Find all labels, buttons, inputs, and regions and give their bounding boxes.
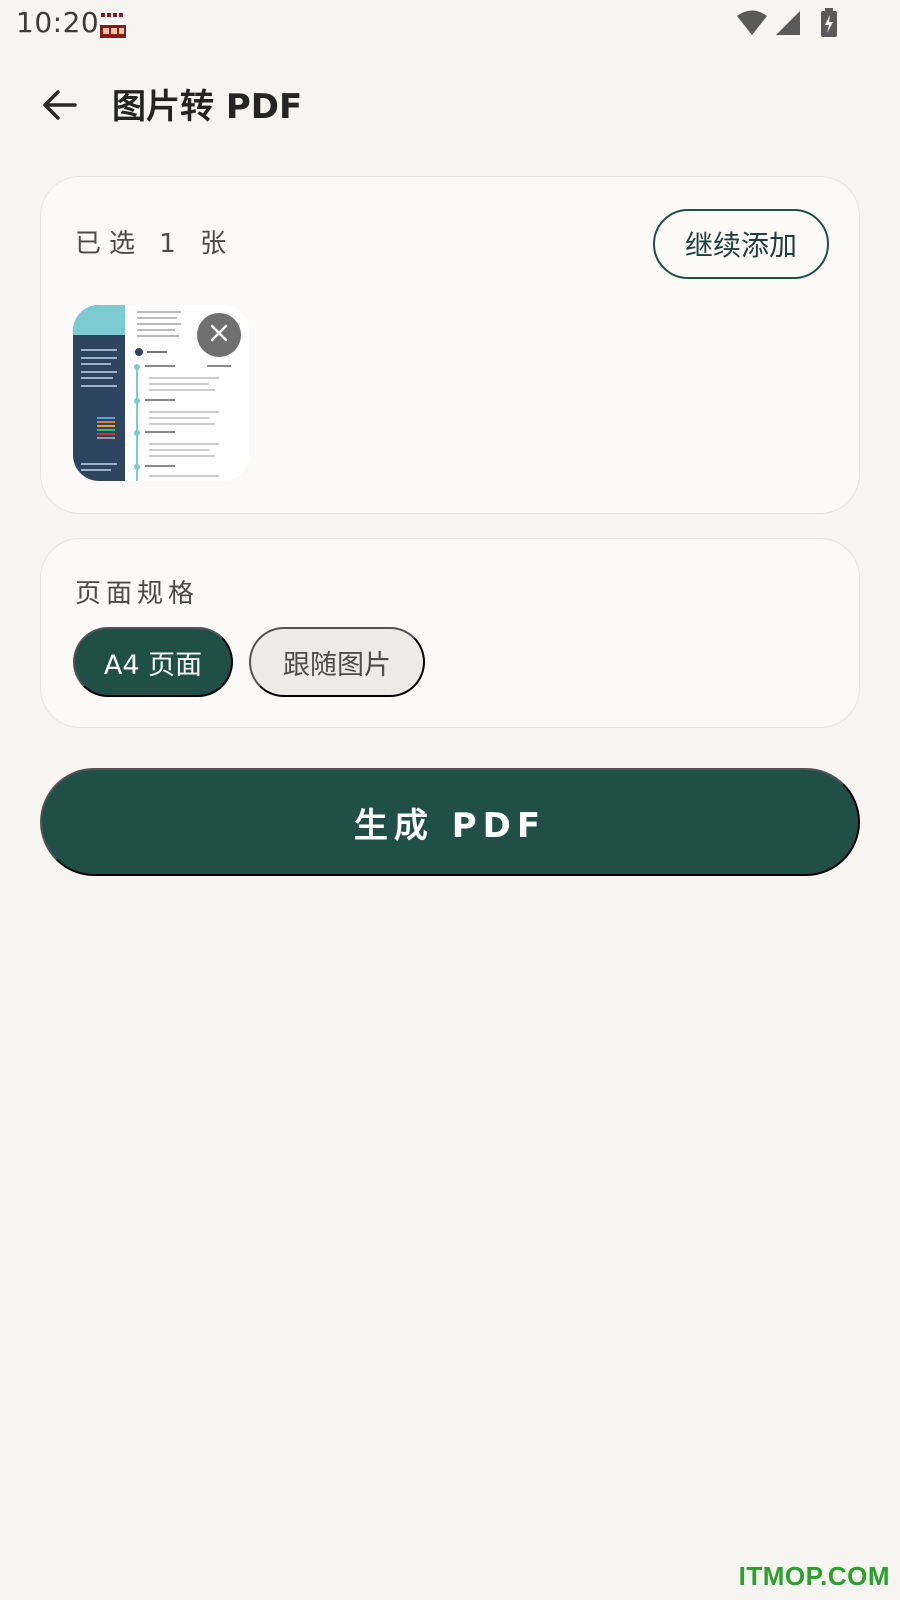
close-icon — [210, 324, 228, 346]
status-icons — [736, 8, 838, 42]
wifi-icon — [736, 10, 768, 40]
selected-images-card: 已选 1 张 继续添加 — [40, 176, 860, 514]
page-size-option-a4[interactable]: A4 页面 — [73, 627, 233, 697]
app-bar: 图片转 PDF — [0, 70, 900, 140]
page-size-option-follow-image[interactable]: 跟随图片 — [249, 627, 425, 697]
watermark: ITMOP.COM — [738, 1561, 890, 1591]
battery-charging-icon — [820, 8, 838, 42]
remove-image-button[interactable] — [197, 313, 241, 357]
page-size-card: 页面规格 A4 页面 跟随图片 — [40, 538, 860, 728]
page-size-label: 页面规格 — [75, 579, 200, 609]
selected-count: 已选 1 张 — [75, 229, 235, 259]
page-title: 图片转 PDF — [112, 87, 303, 127]
generate-pdf-button[interactable]: 生成 PDF — [40, 768, 860, 876]
status-time: 10:20 — [16, 6, 100, 39]
status-bar: 10:20 — [0, 0, 900, 50]
app-notification-icon — [98, 10, 128, 40]
back-button[interactable] — [34, 82, 84, 132]
arrow-back-icon — [41, 89, 77, 125]
add-more-button[interactable]: 继续添加 — [653, 209, 829, 279]
cellular-signal-icon — [774, 10, 802, 40]
